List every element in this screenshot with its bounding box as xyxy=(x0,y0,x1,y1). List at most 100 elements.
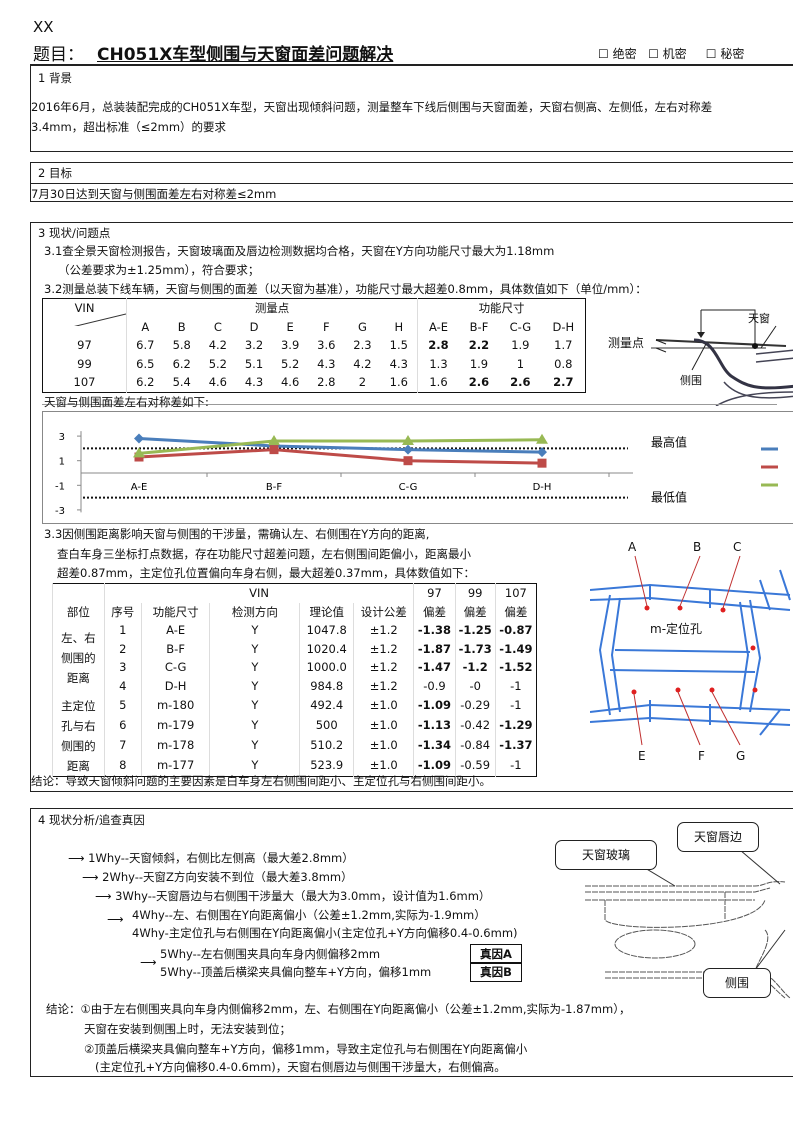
dim-cell: m-178 xyxy=(140,735,210,756)
col-header: B-F xyxy=(469,319,489,334)
table-row: 7 m-178 Y 510.2 ±1.0 -1.34 -0.84 -1.37 xyxy=(53,735,537,756)
value-cell: 2.8 xyxy=(417,336,459,355)
no-cell: 7 xyxy=(103,735,142,756)
point-e-label: E xyxy=(638,749,646,763)
background-text-1: 2016年6月，总装装配完成的CH051X车型，天窗出现倾斜问题，测量整车下线后… xyxy=(31,100,713,114)
measure-point-label: 测量点 xyxy=(608,336,645,350)
section-diagram: 测量点 侧围 天窗 xyxy=(606,306,793,409)
table-row: 主定位孔与右侧围的距离 5 m-180 Y 492.4 ±1.0 -1.09 -0.29 -1 xyxy=(52,695,537,777)
col-header: 偏差 xyxy=(494,602,537,622)
root-cause-a: 真因A xyxy=(470,944,522,964)
symmetry-chart: 3 1 -1 -3 A-E B-F C-G D-H 最高值 最低值 xyxy=(42,411,793,524)
value-cell: 1.9 xyxy=(469,356,489,371)
vin-cell: 99 xyxy=(42,354,127,373)
col-header: 设计公差 xyxy=(353,602,414,622)
x-tick-label: B-F xyxy=(266,482,282,493)
dim-cell: m-180 xyxy=(140,695,210,716)
value-cell: 0.8 xyxy=(554,356,573,371)
deviation-cell: -1.38 xyxy=(413,621,456,640)
value-cell: 2.3 xyxy=(353,338,372,353)
dim-cell: A-E xyxy=(140,621,210,640)
why-1: ⟶ 1Why--天窗倾斜，右侧比左侧高（最大差2.8mm） xyxy=(68,851,354,865)
col-header: F xyxy=(322,319,330,334)
para-3-3-cont1: 查白车身三坐标打点数据，存在功能尺寸超差问题，左右侧围间距偏小，距离最小 xyxy=(57,547,471,561)
value-cell: 2.6 xyxy=(468,375,490,390)
why-5a: 5Why--左右侧围夹具向车身内侧偏移2mm xyxy=(160,947,381,961)
col-header: 偏差 xyxy=(413,602,456,622)
para-3-3: 3.3因侧围距离影响天窗与侧围的干涉量，需确认左、右侧围在Y方向的距离, xyxy=(44,527,430,541)
why-3: ⟶ 3Why--天窗唇边与右侧围干涉量大（最大为3.0mm，设计值为1.6mm） xyxy=(95,889,491,903)
col-header: 功能尺寸 xyxy=(140,602,210,622)
col-header: H xyxy=(394,319,404,334)
nom-cell: 510.2 xyxy=(299,735,354,756)
sunroof-label: 天窗 xyxy=(748,312,770,325)
vin-cell: 107 xyxy=(494,583,537,603)
para-3-3-cont2: 超差0.87mm，主定位孔位置偏向车身右侧，最大超差0.37mm，具体数值如下： xyxy=(57,566,476,580)
point-g-label: G xyxy=(736,749,746,763)
value-cell: 1.6 xyxy=(417,373,459,392)
value-cell: 6.2 xyxy=(136,375,155,390)
org-label: XX xyxy=(33,18,54,36)
conclusion-2: ②顶盖后横梁夹具偏向整车+Y方向，偏移1mm，导致主定位孔与右侧围在Y向距离偏小 xyxy=(84,1042,528,1056)
no-cell: 3 xyxy=(103,658,142,677)
side-panel-label: 侧围 xyxy=(680,374,702,387)
tol-cell: ±1.2 xyxy=(353,639,414,659)
body-dimension-table: VIN 97 99 107 部位 序号 功能尺寸 检测方向 理论值 设计公差 偏差 偏差 偏差 左、右侧围… xyxy=(52,583,537,777)
secrecy-confidential[interactable]: ☐ 机密 xyxy=(648,47,687,61)
value-cell: 4.2 xyxy=(353,356,372,371)
value-cell: 4.3 xyxy=(389,356,408,371)
x-tick-label: C-G xyxy=(399,482,418,493)
root-cause-b: 真因B xyxy=(470,962,522,982)
value-cell: 1.7 xyxy=(554,338,573,353)
table-row: 2 B-F Y 1020.4 ±1.2 -1.87 -1.73 -1.49 xyxy=(53,639,537,659)
secrecy-top-secret[interactable]: ☐ 绝密 xyxy=(598,47,637,61)
nom-cell: 1000.0 xyxy=(299,658,354,677)
value-cell: 2.8 xyxy=(317,375,336,390)
table-row: 107 6.2 5.4 4.6 4.3 4.6 2.8 2 1.6 1.6 2.6 2.6 2.7 xyxy=(42,373,586,392)
body-frame-diagram: A B C E F G m-定位孔 xyxy=(589,540,793,770)
deviation-cell: -1.37 xyxy=(494,735,537,756)
table-row: 3 C-G Y 1000.0 ±1.2 -1.47 -1.2 -1.52 xyxy=(53,658,537,677)
col-header: B xyxy=(177,319,186,334)
arrow-5: ⟶ xyxy=(140,955,157,969)
dir-cell: Y xyxy=(209,695,300,716)
secrecy-secret[interactable]: ☐ 秘密 xyxy=(706,47,745,61)
dir-cell: Y xyxy=(209,639,300,659)
tol-cell: ±1.0 xyxy=(353,695,414,716)
dim-cell: m-179 xyxy=(140,715,210,736)
why-4b: 4Why-主定位孔与右侧围在Y向距离偏小(主定位孔+Y方向偏移0.4-0.6mm… xyxy=(132,926,518,940)
why-4a: 4Why--左、右侧围在Y向距离偏小（公差±1.2mm,实际为-1.9mm） xyxy=(132,908,486,922)
divider xyxy=(30,183,793,184)
y-tick-label: -3 xyxy=(55,506,65,517)
vin-cell: 99 xyxy=(454,583,496,603)
deviation-cell: -1.29 xyxy=(494,715,537,736)
deviation-cell: -0 xyxy=(454,676,496,696)
tol-cell: ±1.2 xyxy=(353,658,414,677)
col-header: C-G xyxy=(509,319,532,334)
no-cell: 4 xyxy=(103,676,142,696)
data-point xyxy=(403,456,413,466)
col-header: 检测方向 xyxy=(209,602,300,622)
value-cell: 1.9 xyxy=(511,338,530,353)
value-cell: 6.2 xyxy=(172,356,191,371)
lip-section-diagram: 天窗玻璃 天窗唇边 侧围 xyxy=(555,820,793,1000)
dim-cell: B-F xyxy=(140,639,210,659)
table-row: 6 m-179 Y 500 ±1.0 -1.13 -0.42 -1.29 xyxy=(53,715,537,736)
col-header: D-H xyxy=(552,319,575,334)
deviation-cell: -0.42 xyxy=(454,715,496,736)
value-cell: 4.2 xyxy=(208,338,227,353)
dim-cell: C-G xyxy=(140,658,210,677)
col-header: G xyxy=(357,319,367,334)
value-cell: 4.6 xyxy=(280,375,300,390)
col-header: 序号 xyxy=(103,602,142,622)
deviation-cell: -1.73 xyxy=(454,639,496,659)
value-cell: 1.3 xyxy=(417,354,459,373)
col-header: A-E xyxy=(417,317,459,336)
deviation-cell: -1.25 xyxy=(454,621,496,640)
deviation-cell: -1.34 xyxy=(413,735,456,756)
col-header: C xyxy=(213,319,222,334)
chart-svg: 3 1 -1 -3 A-E B-F C-G D-H 最高值最低值 xyxy=(55,431,778,517)
body-frame-drawing xyxy=(589,555,791,746)
data-point xyxy=(269,445,279,455)
para-3-2: 3.2测量总装下线车辆，天窗与侧围的面差（以天窗为基准），功能尺寸最大超差0.8… xyxy=(44,282,647,296)
